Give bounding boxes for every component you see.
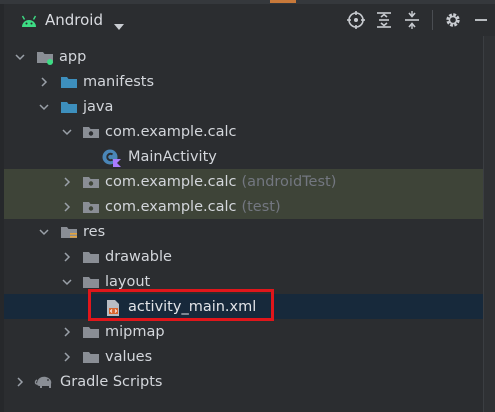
tree-label: drawable xyxy=(105,248,172,265)
tree-item-main-activity[interactable]: MainActivity xyxy=(4,144,483,169)
android-icon xyxy=(20,13,38,27)
project-tree: app manifests java com.example.calc Main… xyxy=(4,44,483,394)
tree-label: com.example.calc xyxy=(105,173,237,190)
source-folder-icon xyxy=(60,99,78,115)
chevron-down-icon[interactable] xyxy=(38,226,50,238)
chevron-right-icon[interactable] xyxy=(61,351,73,363)
folder-icon xyxy=(82,349,100,365)
tree-item-activity-main-xml[interactable]: activity_main.xml xyxy=(4,294,483,319)
chevron-down-icon xyxy=(113,16,125,30)
folder-icon xyxy=(82,274,100,290)
folder-icon xyxy=(82,324,100,340)
tree-item-values[interactable]: values xyxy=(4,344,483,369)
module-folder-icon xyxy=(36,49,54,65)
package-icon xyxy=(82,124,100,140)
project-view-selector[interactable]: Android xyxy=(16,6,129,34)
tree-item-app[interactable]: app xyxy=(4,44,483,69)
chevron-down-icon[interactable] xyxy=(38,101,50,113)
tree-label: res xyxy=(83,223,106,240)
tree-item-package-test[interactable]: com.example.calc (test) xyxy=(4,194,483,219)
tree-item-package-main[interactable]: com.example.calc xyxy=(4,119,483,144)
tree-item-layout[interactable]: layout xyxy=(4,269,483,294)
tree-item-res[interactable]: res xyxy=(4,219,483,244)
tree-item-manifests[interactable]: manifests xyxy=(4,69,483,94)
tree-label: java xyxy=(83,98,114,115)
package-icon xyxy=(82,174,100,190)
locate-icon[interactable] xyxy=(342,6,370,34)
package-icon xyxy=(82,199,100,215)
toolbar-actions xyxy=(342,4,495,36)
tree-item-drawable[interactable]: drawable xyxy=(4,244,483,269)
resource-folder-icon xyxy=(60,224,78,240)
tree-label: activity_main.xml xyxy=(128,298,257,315)
chevron-down-icon[interactable] xyxy=(14,51,26,63)
chevron-right-icon[interactable] xyxy=(61,176,73,188)
tree-item-java[interactable]: java xyxy=(4,94,483,119)
tree-item-package-android-test[interactable]: com.example.calc (androidTest) xyxy=(4,169,483,194)
toolbar-divider xyxy=(432,10,433,30)
source-set-label: (test) xyxy=(241,198,281,215)
chevron-down-icon[interactable] xyxy=(61,126,73,138)
project-view-label: Android xyxy=(45,11,103,29)
tree-item-mipmap[interactable]: mipmap xyxy=(4,319,483,344)
chevron-down-icon[interactable] xyxy=(61,276,73,288)
gradle-elephant-icon xyxy=(34,374,54,390)
project-toolbar: Android xyxy=(4,4,495,36)
tree-label: app xyxy=(59,48,87,65)
collapse-all-icon[interactable] xyxy=(398,6,426,34)
folder-icon xyxy=(60,74,78,90)
folder-icon xyxy=(82,249,100,265)
right-edge-scrollbar[interactable] xyxy=(483,36,495,412)
tree-label: com.example.calc xyxy=(105,198,237,215)
chevron-right-icon[interactable] xyxy=(61,251,73,263)
source-set-label: (androidTest) xyxy=(241,173,337,190)
expand-all-icon[interactable] xyxy=(370,6,398,34)
layout-file-icon xyxy=(104,299,122,316)
tree-label: manifests xyxy=(83,73,155,90)
tree-label: values xyxy=(105,348,153,365)
gear-icon[interactable] xyxy=(439,6,467,34)
tree-label: com.example.calc xyxy=(105,123,237,140)
tree-label: MainActivity xyxy=(128,148,217,165)
tree-item-gradle-scripts[interactable]: Gradle Scripts xyxy=(4,369,483,394)
tree-label: layout xyxy=(105,273,151,290)
chevron-right-icon[interactable] xyxy=(61,201,73,213)
kotlin-class-icon xyxy=(102,149,122,167)
minimize-icon[interactable] xyxy=(467,6,495,34)
chevron-right-icon[interactable] xyxy=(61,326,73,338)
chevron-right-icon[interactable] xyxy=(14,376,26,388)
tree-label: mipmap xyxy=(105,323,165,340)
tree-label: Gradle Scripts xyxy=(60,373,163,390)
chevron-right-icon[interactable] xyxy=(38,76,50,88)
active-tab-indicator xyxy=(270,0,296,3)
